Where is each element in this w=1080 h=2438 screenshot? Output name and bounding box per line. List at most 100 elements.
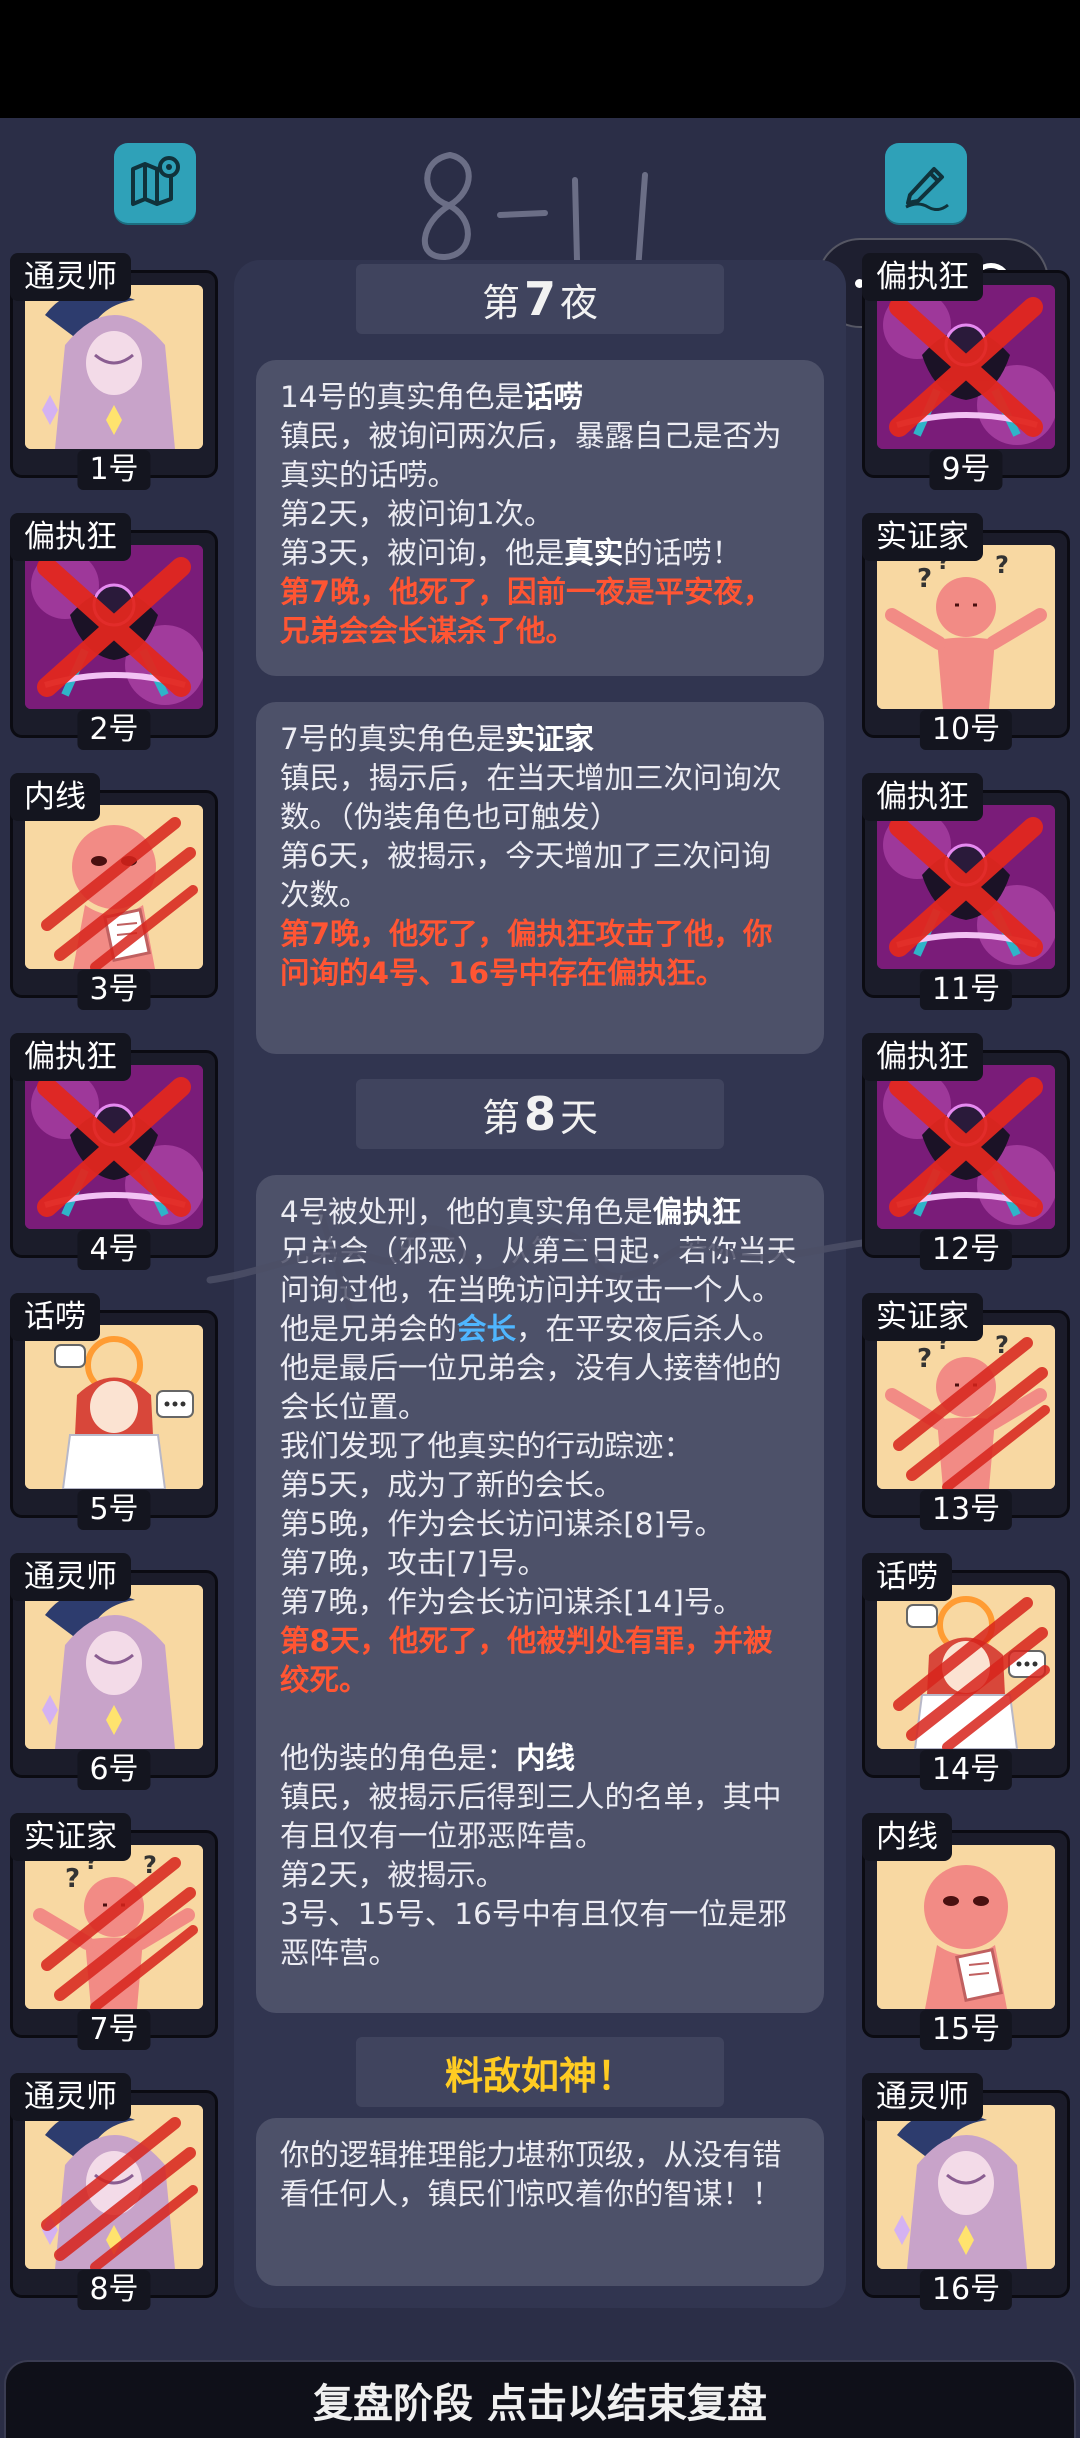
player-number-label: 3号 [77, 970, 151, 1010]
player-card-frame: ??? [862, 1310, 1070, 1518]
player-portrait [877, 2105, 1055, 2269]
player-card-frame [10, 270, 218, 478]
player-portrait [25, 805, 203, 969]
player-card[interactable]: 话唠 14号 [862, 1553, 1070, 1790]
player-number-label: 4号 [77, 1230, 151, 1270]
player-card-frame [862, 790, 1070, 998]
player-card[interactable]: ??? 实证家 7号 [10, 1813, 218, 2050]
player-card[interactable]: 通灵师 6号 [10, 1553, 218, 1790]
log-entry-player-14: 14号的真实角色是话唠 镇民，被询问两次后，暴露自己是否为真实的话唠。 第2天，… [256, 360, 824, 676]
player-portrait [25, 285, 203, 449]
player-role-label: 偏执狂 [862, 1033, 983, 1081]
player-card-frame [862, 1830, 1070, 2038]
player-number-label: 7号 [77, 2010, 151, 2050]
log-entry-player-7: 7号的真实角色是实证家 镇民，揭示后，在当天增加三次问询次数。（伪装角色也可触发… [256, 702, 824, 1054]
player-card-frame [10, 1310, 218, 1518]
medium-portrait-icon [25, 1585, 203, 1749]
player-card-frame [10, 1050, 218, 1258]
player-card[interactable]: 通灵师 1号 [10, 253, 218, 490]
player-number-label: 8号 [77, 2270, 151, 2310]
player-number-label: 9号 [929, 450, 1003, 490]
player-card-frame [862, 1570, 1070, 1778]
svg-text:?: ? [995, 551, 1009, 579]
player-role-label: 内线 [862, 1813, 952, 1861]
player-number-label: 2号 [77, 710, 151, 750]
eliminated-x-icon [37, 557, 191, 697]
player-number-label: 10号 [919, 710, 1013, 750]
end-review-label: 复盘阶段 点击以结束复盘 [313, 2381, 767, 2427]
player-number-label: 11号 [919, 970, 1013, 1010]
player-portrait: ??? [25, 1845, 203, 2009]
player-card[interactable]: 内线 15号 [862, 1813, 1070, 2050]
eliminated-x-icon [889, 297, 1043, 437]
player-role-label: 通灵师 [10, 253, 131, 301]
player-card[interactable]: 话唠 5号 [10, 1293, 218, 1530]
player-card-frame [862, 1050, 1070, 1258]
player-card-frame [10, 1570, 218, 1778]
medium-portrait-icon [25, 285, 203, 449]
empiricist-portrait-icon: ??? [877, 545, 1055, 709]
day-8-header: 第8天 [356, 1079, 724, 1149]
player-card-frame [862, 270, 1070, 478]
player-portrait [877, 1845, 1055, 2009]
player-portrait [877, 285, 1055, 449]
player-role-label: 偏执狂 [862, 253, 983, 301]
player-card-frame [10, 790, 218, 998]
player-role-label: 实证家 [862, 513, 983, 561]
player-role-label: 偏执狂 [862, 773, 983, 821]
player-card-frame [10, 2090, 218, 2298]
player-portrait [877, 1585, 1055, 1749]
player-number-label: 12号 [919, 1230, 1013, 1270]
player-role-label: 实证家 [862, 1293, 983, 1341]
map-icon [131, 156, 180, 206]
player-role-label: 通灵师 [862, 2073, 983, 2121]
player-number-label: 1号 [77, 450, 151, 490]
player-portrait [25, 2105, 203, 2269]
player-card[interactable]: 通灵师 8号 [10, 2073, 218, 2310]
claw-mark-icon [41, 817, 198, 969]
verdict-header: 料敌如神！ [356, 2037, 724, 2107]
player-role-label: 通灵师 [10, 2073, 131, 2121]
player-card[interactable]: 偏执狂 12号 [862, 1033, 1070, 1270]
svg-text:?: ? [917, 564, 932, 594]
medium-portrait-icon [877, 2105, 1055, 2269]
player-card-frame: ??? [862, 530, 1070, 738]
player-role-label: 实证家 [10, 1813, 131, 1861]
player-card[interactable]: ??? 实证家 10号 [862, 513, 1070, 750]
player-card[interactable]: 通灵师 16号 [862, 2073, 1070, 2310]
player-number-label: 15号 [919, 2010, 1013, 2050]
player-portrait: ??? [877, 1325, 1055, 1489]
player-card[interactable]: 偏执狂 4号 [10, 1033, 218, 1270]
player-role-label: 话唠 [862, 1553, 952, 1601]
status-bar [0, 0, 1080, 118]
claw-mark-icon [41, 2117, 198, 2269]
player-card[interactable]: 偏执狂 9号 [862, 253, 1070, 490]
map-button[interactable] [114, 143, 196, 223]
player-number-label: 14号 [919, 1750, 1013, 1790]
note-button[interactable] [885, 143, 967, 223]
player-card-frame [862, 2090, 1070, 2298]
player-card[interactable]: 内线 3号 [10, 773, 218, 1010]
player-number-label: 5号 [77, 1490, 151, 1530]
claw-mark-icon [893, 1597, 1050, 1749]
player-number-label: 16号 [919, 2270, 1013, 2310]
player-card[interactable]: ??? 实证家 13号 [862, 1293, 1070, 1530]
player-card[interactable]: 偏执狂 2号 [10, 513, 218, 750]
player-card-frame [10, 530, 218, 738]
insider-portrait-icon [877, 1845, 1055, 2009]
player-portrait [25, 1065, 203, 1229]
eliminated-x-icon [889, 817, 1043, 957]
log-entry-player-4: 4号被处刑，他的真实角色是偏执狂 兄弟会（邪恶），从第三日起，若你当天问询过他，… [256, 1175, 824, 2013]
player-number-label: 6号 [77, 1750, 151, 1790]
player-portrait [25, 545, 203, 709]
claw-mark-icon [41, 1857, 198, 2009]
eliminated-x-icon [37, 1077, 191, 1217]
player-role-label: 通灵师 [10, 1553, 131, 1601]
claw-mark-icon [893, 1337, 1050, 1489]
player-portrait [877, 1065, 1055, 1229]
player-portrait [25, 1325, 203, 1489]
player-card[interactable]: 偏执狂 11号 [862, 773, 1070, 1010]
verdict-text-box: 你的逻辑推理能力堪称顶级，从没有错看任何人，镇民们惊叹着你的智谋！！ [256, 2118, 824, 2286]
end-review-button[interactable]: 复盘阶段 点击以结束复盘 [4, 2360, 1076, 2438]
night-7-header: 第7夜 [356, 264, 724, 334]
